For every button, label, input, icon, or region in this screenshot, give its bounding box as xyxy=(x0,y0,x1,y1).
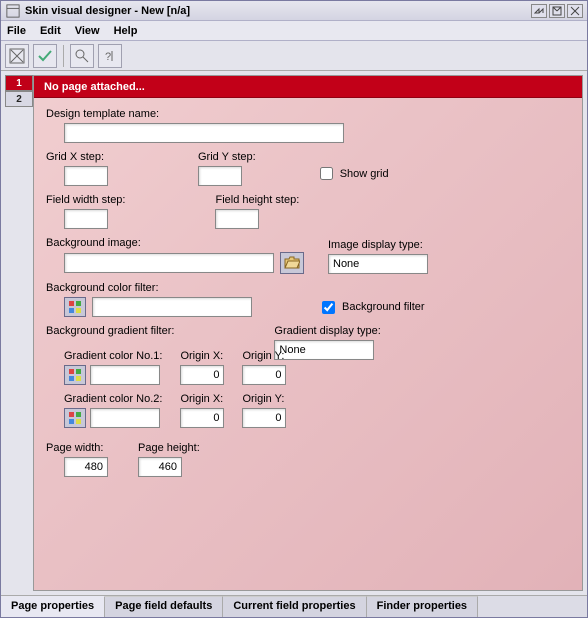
minimize-button[interactable] xyxy=(531,4,547,18)
banner-no-page: No page attached... xyxy=(34,76,582,98)
grad1-origin-x-input[interactable] xyxy=(180,365,224,385)
svg-text:?: ? xyxy=(105,51,111,63)
grid-x-step-input[interactable] xyxy=(64,166,108,186)
label-image-display-type: Image display type: xyxy=(328,239,428,251)
page-tab-1[interactable]: 1 xyxy=(5,75,33,91)
label-origin-y-1: Origin Y: xyxy=(242,350,286,362)
background-color-filter-input[interactable] xyxy=(92,297,252,317)
field-width-step-input[interactable] xyxy=(64,209,108,229)
label-page-width: Page width: xyxy=(46,442,108,454)
tab-page-properties[interactable]: Page properties xyxy=(1,596,105,617)
label-design-template-name: Design template name: xyxy=(46,108,570,120)
tab-page-field-defaults[interactable]: Page field defaults xyxy=(105,596,223,617)
close-button[interactable] xyxy=(567,4,583,18)
image-display-type-select[interactable] xyxy=(328,254,428,274)
app-window: Skin visual designer - New [n/a] File Ed… xyxy=(0,0,588,618)
window-title: Skin visual designer - New [n/a] xyxy=(25,5,531,17)
label-background-image: Background image: xyxy=(46,237,304,249)
toolbar: ? xyxy=(1,41,587,71)
label-gradient-display-type: Gradient display type: xyxy=(274,325,380,337)
maximize-button[interactable] xyxy=(549,4,565,18)
grad2-origin-y-input[interactable] xyxy=(242,408,286,428)
browse-image-button[interactable] xyxy=(280,252,304,274)
label-field-width-step: Field width step: xyxy=(46,194,125,206)
label-background-filter: Background filter xyxy=(342,301,425,313)
cancel-tool-button[interactable] xyxy=(5,44,29,68)
background-image-input[interactable] xyxy=(64,253,274,273)
grad2-origin-x-input[interactable] xyxy=(180,408,224,428)
label-origin-x-1: Origin X: xyxy=(180,350,224,362)
label-gradient-color-1: Gradient color No.1: xyxy=(64,350,162,362)
label-origin-y-2: Origin Y: xyxy=(242,393,286,405)
menu-file[interactable]: File xyxy=(7,25,26,37)
toolbar-separator xyxy=(63,45,64,67)
gradient-color-2-input[interactable] xyxy=(90,408,160,428)
bottom-tabs: Page properties Page field defaults Curr… xyxy=(1,595,587,617)
grid-y-step-input[interactable] xyxy=(198,166,242,186)
grad1-origin-y-input[interactable] xyxy=(242,365,286,385)
app-icon xyxy=(5,3,21,19)
design-template-name-input[interactable] xyxy=(64,123,344,143)
content-area: 1 2 No page attached... Design template … xyxy=(1,71,587,595)
label-grid-x-step: Grid X step: xyxy=(46,151,108,163)
field-height-step-input[interactable] xyxy=(215,209,259,229)
gradient-display-type-select[interactable] xyxy=(274,340,374,360)
page-height-input[interactable] xyxy=(138,457,182,477)
menu-view[interactable]: View xyxy=(75,25,100,37)
tab-finder-properties[interactable]: Finder properties xyxy=(367,596,478,617)
label-show-grid: Show grid xyxy=(340,168,389,180)
page-width-input[interactable] xyxy=(64,457,108,477)
refresh-tool-button[interactable]: ? xyxy=(98,44,122,68)
main-panel: No page attached... Design template name… xyxy=(33,75,583,591)
gradient-color-2-button[interactable] xyxy=(64,408,86,428)
tab-current-field-properties[interactable]: Current field properties xyxy=(223,596,366,617)
label-gradient-color-2: Gradient color No.2: xyxy=(64,393,162,405)
show-grid-checkbox[interactable] xyxy=(320,167,333,180)
preview-tool-button[interactable] xyxy=(70,44,94,68)
page-vertical-tabs: 1 2 xyxy=(5,75,33,591)
gradient-color-1-button[interactable] xyxy=(64,365,86,385)
label-background-color-filter: Background color filter: xyxy=(46,282,570,294)
label-origin-x-2: Origin X: xyxy=(180,393,224,405)
menu-edit[interactable]: Edit xyxy=(40,25,61,37)
menubar: File Edit View Help xyxy=(1,21,587,41)
gradient-color-1-input[interactable] xyxy=(90,365,160,385)
bg-color-picker-button[interactable] xyxy=(64,297,86,317)
apply-tool-button[interactable] xyxy=(33,44,57,68)
menu-help[interactable]: Help xyxy=(114,25,138,37)
titlebar: Skin visual designer - New [n/a] xyxy=(1,1,587,21)
label-field-height-step: Field height step: xyxy=(215,194,299,206)
background-filter-checkbox[interactable] xyxy=(322,301,335,314)
label-grid-y-step: Grid Y step: xyxy=(198,151,256,163)
form-area: Design template name: Grid X step: Grid … xyxy=(34,98,582,497)
label-page-height: Page height: xyxy=(138,442,200,454)
page-tab-2[interactable]: 2 xyxy=(5,91,33,107)
